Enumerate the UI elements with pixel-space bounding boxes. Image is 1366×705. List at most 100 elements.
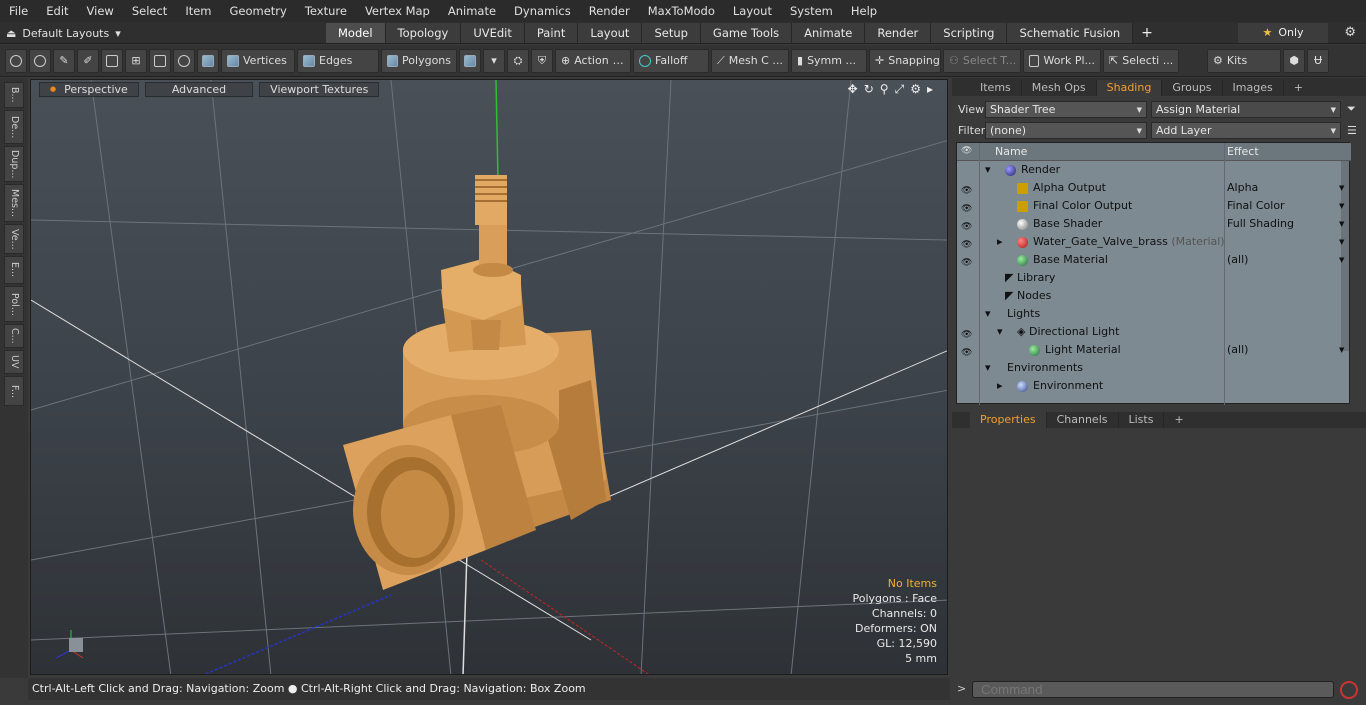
item-mode-button[interactable] xyxy=(197,48,219,73)
gear-icon[interactable]: ⚙ xyxy=(1344,25,1356,40)
search-icon[interactable]: ⚲ xyxy=(880,82,889,97)
symmetry-gear-button[interactable]: ⛭ xyxy=(507,48,529,73)
mode-dropdown[interactable]: ▾ xyxy=(483,48,505,73)
tab-shading[interactable]: Shading xyxy=(1096,80,1163,96)
vertices-button[interactable]: Vertices xyxy=(221,48,295,73)
left-tab-uv[interactable]: UV xyxy=(4,350,24,374)
menu-system[interactable]: System xyxy=(781,0,842,22)
tab-animate[interactable]: Animate xyxy=(792,23,866,43)
globe-button[interactable] xyxy=(29,48,51,73)
pen-button[interactable]: ✎ xyxy=(53,48,75,73)
list-icon[interactable]: ☰ xyxy=(1347,124,1357,137)
snapping-button[interactable]: ✛ Snapping xyxy=(869,48,941,73)
record-icon[interactable] xyxy=(1340,681,1358,699)
left-tab-duplicate[interactable]: Dup... xyxy=(4,146,24,182)
tab-setup[interactable]: Setup xyxy=(642,23,701,43)
tab-lists[interactable]: Lists xyxy=(1119,412,1165,428)
pie-button[interactable] xyxy=(173,48,195,73)
left-tab-edge[interactable]: E... xyxy=(4,256,24,284)
menu-edit[interactable]: Edit xyxy=(37,0,77,22)
tree-row-environment[interactable]: ▸ Environment xyxy=(957,377,1351,395)
perspective-button[interactable]: Perspective xyxy=(39,81,139,97)
tree-effect[interactable]: (all) xyxy=(1227,341,1248,359)
tab-mesh-ops[interactable]: Mesh Ops xyxy=(1022,80,1097,96)
chevron-down-icon[interactable]: ▼ xyxy=(1339,179,1344,197)
filter-funnel-icon[interactable]: ⏷ xyxy=(1347,102,1356,116)
modo-button[interactable]: ⬢ xyxy=(1283,48,1305,73)
menu-texture[interactable]: Texture xyxy=(296,0,356,22)
tab-items[interactable]: Items xyxy=(970,80,1022,96)
transform-button[interactable] xyxy=(101,48,123,73)
unreal-button[interactable]: Ʉ xyxy=(1307,48,1329,73)
expand-icon[interactable]: ⤢ xyxy=(895,82,905,97)
tree-row-final-color-output[interactable]: 👁 Final Color Output Final Color ▼ xyxy=(957,197,1351,215)
rotate-icon[interactable]: ↻ xyxy=(864,82,874,97)
menu-animate[interactable]: Animate xyxy=(439,0,505,22)
action-center-button[interactable]: ⊕ Action… xyxy=(555,48,631,73)
assign-material-dropdown[interactable]: Assign Material xyxy=(1151,100,1341,118)
tab-render[interactable]: Render xyxy=(865,23,932,43)
tab-groups[interactable]: Groups xyxy=(1162,80,1223,96)
advanced-button[interactable]: Advanced xyxy=(144,81,254,97)
left-tab-polygon[interactable]: Pol... xyxy=(4,286,24,322)
kits-button[interactable]: ⚙ Kits xyxy=(1207,48,1281,73)
tree-row-lights[interactable]: ▾ Lights xyxy=(957,305,1351,323)
edges-button[interactable]: Edges xyxy=(297,48,379,73)
tab-properties[interactable]: Properties xyxy=(970,412,1047,428)
tab-game-tools[interactable]: Game Tools xyxy=(700,23,793,43)
mesh-constraint-button[interactable]: ⟋ Mesh C ... xyxy=(711,48,789,73)
brush-button[interactable]: ✐ xyxy=(77,48,99,73)
tab-topology[interactable]: Topology xyxy=(385,23,462,43)
select-through-button[interactable]: ⚇ Select T... xyxy=(943,48,1021,73)
tab-uvedit[interactable]: UVEdit xyxy=(461,23,525,43)
tab-model[interactable]: Model xyxy=(326,23,386,43)
menu-maxtomodo[interactable]: MaxToModo xyxy=(639,0,724,22)
tree-row-nodes[interactable]: ◤ Nodes xyxy=(957,287,1351,305)
work-plane-button[interactable]: Work Pl... xyxy=(1023,48,1101,73)
left-tab-curve[interactable]: C... xyxy=(4,324,24,348)
chevron-right-icon[interactable]: ▸ xyxy=(927,82,933,97)
only-button[interactable]: ★ Only xyxy=(1238,23,1328,43)
chevron-down-icon[interactable]: ▼ xyxy=(1339,251,1344,269)
polygons-button[interactable]: Polygons xyxy=(381,48,457,73)
material-mode-button[interactable] xyxy=(459,48,481,73)
menu-item[interactable]: Item xyxy=(176,0,220,22)
left-tab-mesh[interactable]: Mes... xyxy=(4,184,24,222)
3d-viewport[interactable]: Perspective Advanced Viewport Textures ✥… xyxy=(30,79,948,675)
tab-schematic-fusion[interactable]: Schematic Fusion xyxy=(1007,23,1134,43)
menu-help[interactable]: Help xyxy=(842,0,886,22)
tree-row-light-material[interactable]: 👁 Light Material (all) ▼ xyxy=(957,341,1351,359)
gear-icon[interactable]: ⚙ xyxy=(910,82,921,97)
tree-row-library[interactable]: ◤ Library xyxy=(957,269,1351,287)
tab-layout[interactable]: Layout xyxy=(578,23,643,43)
circle-select-button[interactable] xyxy=(5,48,27,73)
settings-gear-button[interactable]: ⛨ xyxy=(531,48,553,73)
selection-button[interactable]: ⇱ Selecti ... xyxy=(1103,48,1179,73)
center-button[interactable]: ⊞ xyxy=(125,48,147,73)
frame-button[interactable] xyxy=(149,48,171,73)
menu-layout[interactable]: Layout xyxy=(724,0,781,22)
tab-scripting[interactable]: Scripting xyxy=(931,23,1008,43)
tree-row-base-material[interactable]: 👁 Base Material (all) ▼ xyxy=(957,251,1351,269)
symmetry-button[interactable]: ▮ Symm ... xyxy=(791,48,867,73)
viewport-textures-button[interactable]: Viewport Textures xyxy=(259,81,380,97)
add-layer-dropdown[interactable]: Add Layer xyxy=(1151,121,1341,139)
tree-effect[interactable]: (all) xyxy=(1227,251,1248,269)
chevron-down-icon[interactable]: ▼ xyxy=(1339,233,1344,251)
add-props-tab-icon[interactable]: + xyxy=(1164,412,1193,428)
tab-paint[interactable]: Paint xyxy=(524,23,579,43)
falloff-button[interactable]: Falloff xyxy=(633,48,709,73)
left-tab-basic[interactable]: B... xyxy=(4,82,24,108)
tree-row-valve-material[interactable]: 👁 ▸ Water_Gate_Valve_brass (Material) ▼ xyxy=(957,233,1351,251)
view-dropdown[interactable]: Shader Tree xyxy=(985,100,1147,118)
tree-effect[interactable]: Full Shading xyxy=(1227,215,1294,233)
chevron-down-icon[interactable]: ▼ xyxy=(1339,197,1344,215)
left-tab-vertex[interactable]: Ve... xyxy=(4,224,24,254)
tree-row-base-shader[interactable]: 👁 Base Shader Full Shading ▼ xyxy=(957,215,1351,233)
tree-effect[interactable]: Final Color xyxy=(1227,197,1285,215)
layouts-dropdown[interactable]: ⏏ Default Layouts ▾ xyxy=(6,22,121,44)
menu-vertex-map[interactable]: Vertex Map xyxy=(356,0,439,22)
tree-row-alpha-output[interactable]: 👁 Alpha Output Alpha ▼ xyxy=(957,179,1351,197)
add-tab-icon[interactable]: + xyxy=(1133,23,1161,43)
chevron-down-icon[interactable]: ▼ xyxy=(1339,215,1344,233)
